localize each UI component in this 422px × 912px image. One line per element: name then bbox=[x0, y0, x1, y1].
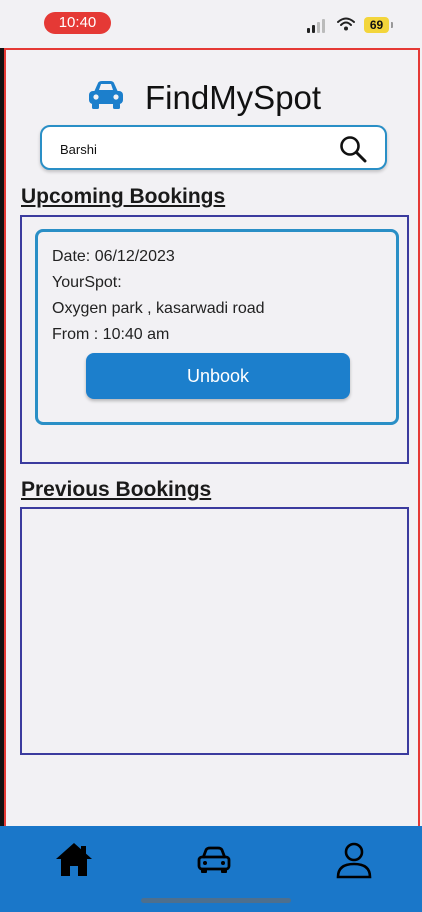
previous-bookings-list bbox=[20, 507, 409, 755]
car-icon bbox=[89, 81, 123, 109]
booking-date: Date: 06/12/2023 bbox=[52, 248, 175, 265]
upcoming-bookings-list: Date: 06/12/2023 YourSpot: Oxygen park ,… bbox=[20, 215, 409, 464]
booking-from-time: From : 10:40 am bbox=[52, 326, 170, 343]
home-icon[interactable] bbox=[54, 840, 94, 880]
app-title: FindMySpot bbox=[145, 79, 322, 116]
app-header: FindMySpot bbox=[0, 70, 422, 126]
search-input[interactable] bbox=[58, 137, 332, 161]
booking-spot-label: YourSpot: bbox=[52, 274, 122, 291]
search-bar[interactable] bbox=[40, 125, 387, 170]
battery-icon: 69 bbox=[364, 17, 393, 33]
signal-icon bbox=[307, 19, 329, 33]
booking-card: Date: 06/12/2023 YourSpot: Oxygen park ,… bbox=[35, 229, 399, 425]
upcoming-bookings-title: Upcoming Bookings bbox=[21, 185, 226, 208]
profile-icon[interactable] bbox=[334, 840, 374, 880]
car-icon[interactable] bbox=[194, 840, 234, 880]
unbook-button[interactable]: Unbook bbox=[86, 353, 350, 399]
search-icon[interactable] bbox=[339, 135, 367, 163]
home-indicator bbox=[141, 898, 291, 903]
booking-spot-name: Oxygen park , kasarwadi road bbox=[52, 300, 265, 317]
wifi-icon bbox=[337, 17, 355, 31]
status-time: 10:40 bbox=[44, 12, 111, 34]
status-bar: 10:40 69 bbox=[0, 0, 422, 48]
previous-bookings-title: Previous Bookings bbox=[21, 478, 212, 501]
